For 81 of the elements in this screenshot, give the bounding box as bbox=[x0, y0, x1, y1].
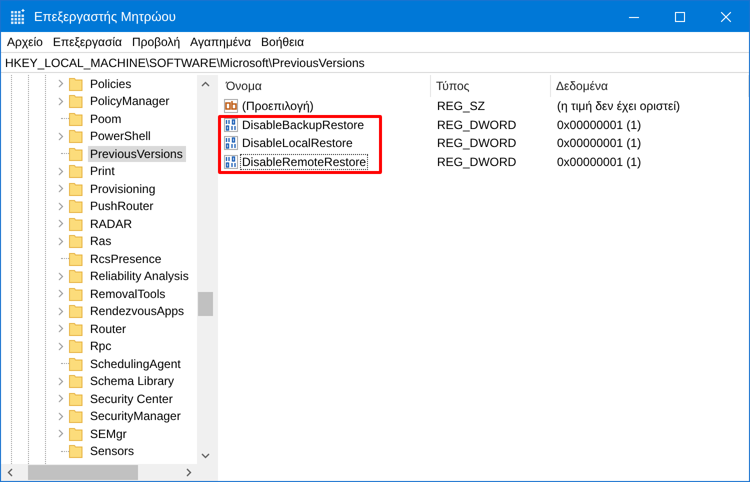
tree-item[interactable]: RcsPresence bbox=[88, 250, 164, 267]
tree-item[interactable]: Print bbox=[88, 163, 118, 180]
tree-item[interactable]: SchedulingAgent bbox=[88, 356, 184, 372]
string-value-icon bbox=[224, 99, 238, 114]
value-name[interactable]: DisableRemoteRestore bbox=[240, 154, 368, 170]
tree-item[interactable]: Provisioning bbox=[88, 180, 158, 197]
tree-item[interactable]: Schema Library bbox=[88, 373, 178, 390]
folder-icon bbox=[69, 286, 83, 301]
value-name[interactable]: DisableBackupRestore bbox=[240, 116, 366, 133]
tree-item[interactable]: PushRouter bbox=[88, 198, 156, 214]
tree-item[interactable]: Rpc bbox=[88, 338, 114, 354]
menu-item[interactable]: Επεξεργασία bbox=[48, 35, 128, 49]
tree-item[interactable]: Poom bbox=[88, 110, 124, 127]
folder-icon bbox=[69, 374, 83, 388]
menu-item[interactable]: Προβολή bbox=[128, 35, 186, 49]
value-data: (η τιμή δεν έχει οριστεί) bbox=[556, 99, 682, 114]
registry-icon bbox=[10, 8, 26, 24]
folder-icon bbox=[69, 199, 83, 214]
folder-icon bbox=[69, 234, 83, 248]
tree-item[interactable]: Reliability Analysis bbox=[88, 268, 192, 284]
chevron-right-icon[interactable] bbox=[58, 132, 64, 141]
value-name[interactable]: (Προεπιλογή) bbox=[240, 98, 316, 114]
folder-icon bbox=[69, 269, 83, 284]
scroll-thumb[interactable] bbox=[28, 465, 138, 480]
menu-item[interactable]: Αρχείο bbox=[3, 35, 49, 49]
scroll-right-icon[interactable] bbox=[186, 468, 192, 477]
scroll-left-icon[interactable] bbox=[6, 468, 12, 477]
folder-icon bbox=[69, 252, 83, 266]
tree-item[interactable]: Security Center bbox=[88, 390, 176, 407]
value-type: REG_SZ bbox=[436, 99, 486, 114]
folder-icon bbox=[69, 426, 83, 441]
binary-value-icon bbox=[224, 154, 238, 169]
folder-icon bbox=[69, 146, 83, 161]
menu-item[interactable]: Βοήθεια bbox=[257, 35, 310, 49]
tree-item[interactable]: SecurityManager bbox=[88, 408, 184, 424]
binary-value-icon bbox=[224, 118, 238, 132]
horizontal-scrollbar[interactable] bbox=[1, 464, 197, 481]
folder-icon bbox=[69, 339, 83, 354]
tree-item[interactable]: PreviousVersions bbox=[88, 146, 186, 162]
tree-item[interactable]: PowerShell bbox=[88, 128, 154, 144]
value-type: REG_DWORD bbox=[436, 154, 518, 169]
folder-icon bbox=[69, 444, 83, 458]
folder-icon bbox=[69, 409, 83, 424]
tree-item[interactable]: SEMgr bbox=[88, 426, 130, 442]
value-type: REG_DWORD bbox=[436, 136, 518, 150]
folder-icon bbox=[69, 112, 83, 126]
folder-icon bbox=[69, 129, 83, 144]
menu-item[interactable]: Αγαπημένα bbox=[186, 35, 258, 49]
column-header[interactable]: Όνομα bbox=[221, 75, 431, 97]
tree-item[interactable]: Ras bbox=[88, 233, 114, 250]
scroll-up-icon[interactable] bbox=[201, 80, 210, 86]
folder-icon bbox=[69, 76, 83, 91]
folder-icon bbox=[69, 392, 83, 406]
tree-item[interactable]: Policies bbox=[88, 76, 134, 92]
scroll-down-icon[interactable] bbox=[201, 452, 210, 458]
folder-icon bbox=[69, 356, 83, 371]
folder-icon bbox=[69, 322, 83, 336]
folder-icon bbox=[69, 94, 83, 108]
window-title: Επεξεργαστής Μητρώου bbox=[34, 9, 177, 24]
folder-icon bbox=[69, 164, 83, 178]
maximize-icon bbox=[675, 12, 685, 22]
scroll-thumb[interactable] bbox=[198, 292, 213, 316]
value-type: REG_DWORD bbox=[436, 118, 518, 132]
tree-item[interactable]: RADAR bbox=[88, 216, 136, 232]
tree-item[interactable]: RendezvousApps bbox=[88, 303, 188, 320]
column-header[interactable]: Τύπος bbox=[431, 75, 551, 97]
close-icon bbox=[721, 12, 731, 22]
tree-item[interactable]: RemovalTools bbox=[88, 286, 168, 302]
value-data: 0x00000001 (1) bbox=[556, 136, 642, 150]
address-field[interactable]: HKEY_LOCAL_MACHINE\SOFTWARE\Microsoft\PreviousVersions bbox=[1, 52, 749, 73]
tree-item[interactable]: Sensors bbox=[88, 443, 138, 460]
value-data: 0x00000001 (1) bbox=[556, 118, 642, 132]
value-data: 0x00000001 (1) bbox=[556, 154, 642, 169]
binary-value-icon bbox=[224, 136, 238, 150]
tree-item[interactable]: Router bbox=[88, 320, 130, 337]
folder-icon bbox=[69, 182, 83, 196]
column-header[interactable]: Δεδομένα bbox=[551, 75, 749, 97]
tree-item[interactable]: PolicyManager bbox=[88, 93, 172, 110]
value-name[interactable]: DisableLocalRestore bbox=[240, 135, 355, 152]
folder-icon bbox=[69, 216, 83, 231]
folder-icon bbox=[69, 304, 83, 318]
